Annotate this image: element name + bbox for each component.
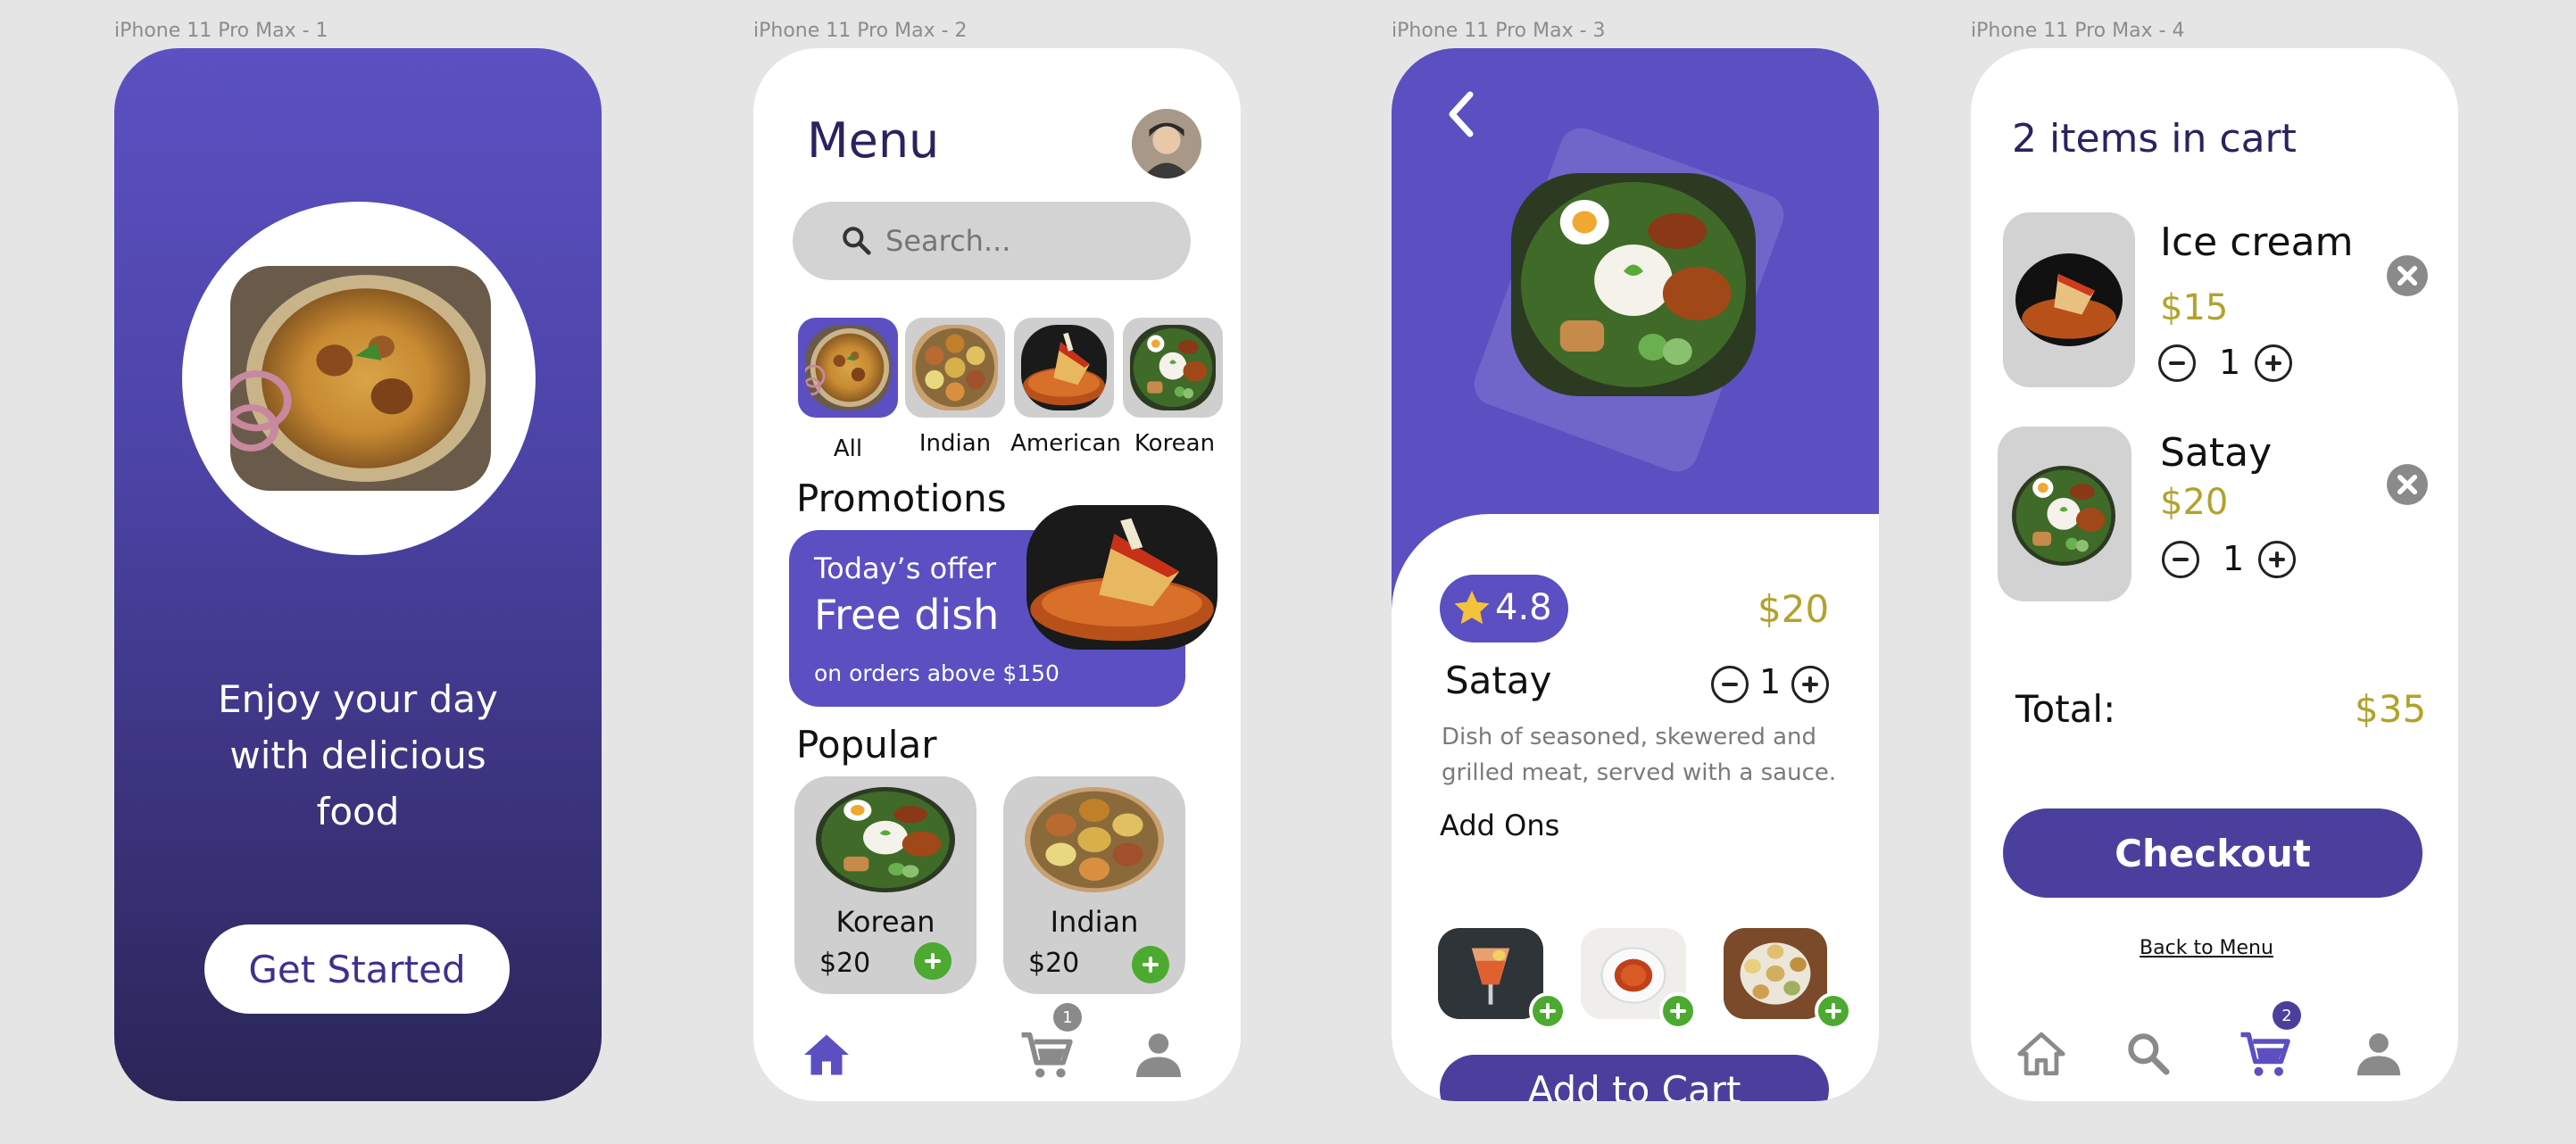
increase-icon[interactable] — [1791, 666, 1829, 703]
tagline-line-1: Enjoy your day — [218, 677, 498, 721]
frame-label-4: iPhone 11 Pro Max - 4 — [1971, 20, 2185, 42]
add-to-cart-button[interactable]: Add to Cart — [1440, 1055, 1829, 1101]
tagline: Enjoy your day with delicious food — [114, 671, 602, 840]
cart-icon[interactable] — [2239, 1028, 2292, 1082]
cart-title: 2 items in cart — [2012, 116, 2297, 162]
cart-badge: 1 — [1053, 1003, 1082, 1032]
detail-qty: 1 — [1759, 662, 1782, 701]
cart-item-2-name: Satay — [2160, 430, 2273, 476]
menu-screen: Menu All Indian American Korean Promotio… — [753, 48, 1241, 1101]
satay-hero-image — [1511, 173, 1756, 396]
biryani-image — [230, 266, 491, 491]
promo-kicker: Today’s offer — [814, 551, 997, 585]
increase-icon[interactable] — [2255, 344, 2292, 382]
cart-item-2-qty: 1 — [2223, 539, 2245, 578]
cart-item-1-price: $15 — [2160, 287, 2229, 328]
popular-indian-name: Indian — [1050, 905, 1139, 939]
frame-label-1: iPhone 11 Pro Max - 1 — [114, 20, 328, 42]
tagline-line-2: with delicious — [229, 734, 486, 777]
search-icon — [843, 227, 871, 255]
cart-icon[interactable] — [1019, 1028, 1075, 1083]
category-all-image — [805, 325, 891, 410]
cart-item-2-price: $20 — [2160, 482, 2229, 523]
avatar[interactable] — [1132, 109, 1201, 178]
search-bar[interactable] — [793, 202, 1191, 280]
hero-circle — [182, 202, 536, 555]
search-input[interactable] — [885, 218, 1153, 264]
profile-icon[interactable] — [2353, 1028, 2405, 1080]
popular-korean-price: $20 — [819, 948, 871, 979]
popular-indian-price: $20 — [1028, 948, 1080, 979]
category-american-image — [1021, 325, 1107, 410]
decrease-icon[interactable] — [1711, 666, 1749, 703]
back-to-menu-link[interactable]: Back to Menu — [1971, 937, 2442, 959]
remove-icon[interactable] — [2385, 253, 2430, 298]
star-icon — [1454, 591, 1490, 625]
promo-note: on orders above $150 — [814, 660, 1059, 686]
checkout-button[interactable]: Checkout — [2003, 808, 2422, 898]
category-label-all: All — [833, 435, 863, 462]
decrease-icon[interactable] — [2158, 344, 2196, 382]
frame-label-2: iPhone 11 Pro Max - 2 — [753, 20, 968, 42]
category-korean[interactable] — [1123, 318, 1223, 418]
category-all[interactable] — [798, 318, 898, 418]
total-label: Total: — [2015, 687, 2116, 731]
cart-item-1-qty: 1 — [2219, 343, 2241, 382]
cart-item-1-name: Ice cream — [2160, 220, 2354, 265]
popular-korean-image — [816, 787, 955, 892]
add-icon[interactable] — [1815, 992, 1852, 1030]
detail-sheet: 4.8 $20 Satay 1 Dish of seasoned, skewer… — [1392, 514, 1879, 1101]
add-icon[interactable] — [1659, 992, 1697, 1030]
description-line-2: grilled meat, served with a sauce. — [1442, 759, 1837, 786]
increase-icon[interactable] — [2258, 541, 2296, 578]
cart-item-2-card — [1998, 427, 2131, 601]
add-icon[interactable] — [914, 942, 951, 980]
category-label-korean: Korean — [1134, 430, 1216, 457]
detail-description: Dish of seasoned, skewered and grilled m… — [1442, 719, 1836, 791]
category-indian[interactable] — [905, 318, 1005, 418]
profile-icon[interactable] — [1132, 1028, 1185, 1082]
rating-badge: 4.8 — [1440, 575, 1568, 642]
popular-korean-name: Korean — [835, 905, 935, 939]
frame-label-3: iPhone 11 Pro Max - 3 — [1392, 20, 1606, 42]
addons-title: Add Ons — [1440, 808, 1560, 842]
cart-item-1-card — [2003, 212, 2135, 387]
page-title: Menu — [807, 112, 940, 169]
addon-dips-image[interactable] — [1724, 928, 1827, 1019]
detail-screen: 4.8 $20 Satay 1 Dish of seasoned, skewer… — [1392, 48, 1879, 1101]
remove-icon[interactable] — [2385, 462, 2430, 507]
detail-name: Satay — [1445, 659, 1552, 702]
cart-badge: 2 — [2273, 1001, 2301, 1030]
description-line-1: Dish of seasoned, skewered and — [1442, 724, 1817, 750]
addon-drink-image[interactable] — [1438, 928, 1543, 1019]
search-icon[interactable] — [2123, 1028, 2173, 1078]
cart-item-1-image — [2015, 253, 2123, 346]
promo-pizza-image — [1026, 505, 1217, 650]
category-label-american: American — [1010, 430, 1121, 457]
total-value: $35 — [2355, 687, 2427, 731]
back-icon[interactable] — [1443, 87, 1479, 141]
promotions-title: Promotions — [796, 477, 1007, 520]
category-american[interactable] — [1014, 318, 1114, 418]
add-icon[interactable] — [1132, 946, 1169, 983]
category-indian-image — [912, 325, 998, 410]
cart-screen: 2 items in cart Ice cream $15 1 Satay $2… — [1971, 48, 2458, 1101]
popular-card-korean[interactable]: Korean $20 — [794, 776, 976, 994]
cart-item-2-image — [2012, 466, 2115, 566]
category-label-indian: Indian — [918, 430, 992, 457]
popular-indian-image — [1025, 787, 1164, 892]
decrease-icon[interactable] — [2162, 541, 2199, 578]
add-icon[interactable] — [1529, 992, 1566, 1030]
popular-title: Popular — [796, 723, 937, 767]
category-korean-image — [1130, 325, 1216, 410]
get-started-button[interactable]: Get Started — [204, 924, 510, 1014]
detail-price: $20 — [1757, 587, 1830, 631]
home-icon[interactable] — [2015, 1028, 2067, 1080]
home-icon[interactable] — [800, 1028, 853, 1082]
rating-value: 4.8 — [1495, 587, 1552, 628]
splash-screen: Enjoy your day with delicious food Get S… — [114, 48, 602, 1101]
promo-headline: Free dish — [814, 591, 1000, 639]
popular-card-indian[interactable]: Indian $20 — [1003, 776, 1185, 994]
tagline-line-3: food — [316, 790, 400, 833]
